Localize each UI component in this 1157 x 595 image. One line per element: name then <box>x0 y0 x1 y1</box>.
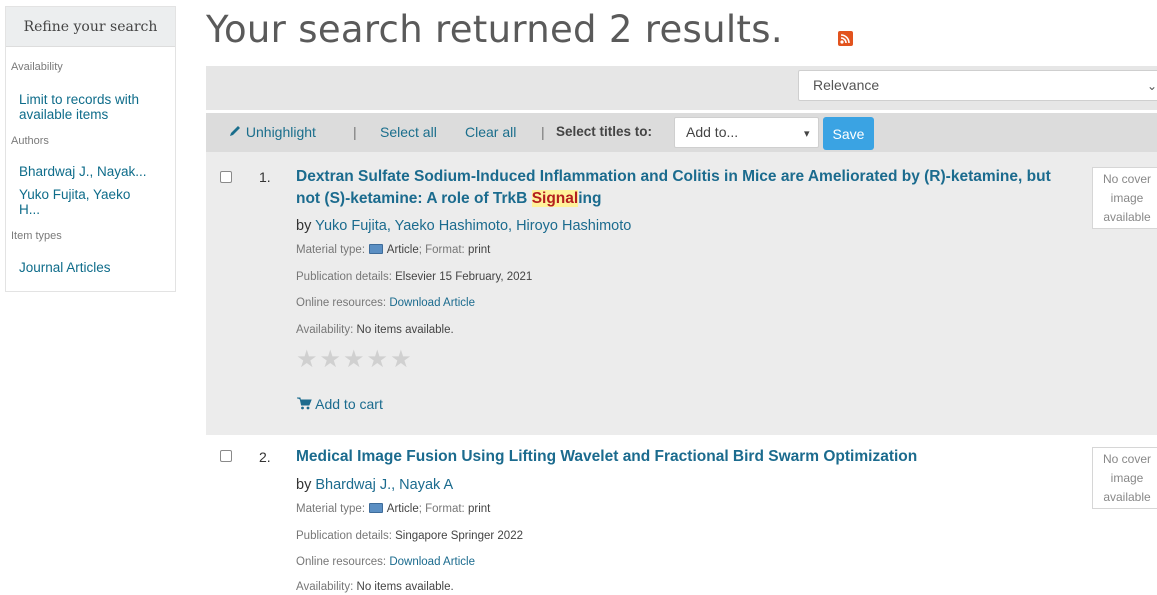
online-resources-line: Online resources: Download Article <box>296 297 475 309</box>
publication-line: Publication details: Singapore Springer … <box>296 530 523 542</box>
publication-label: Publication details: <box>296 271 392 283</box>
availability-value: No items available. <box>356 324 454 336</box>
online-resources-label: Online resources: <box>296 297 387 309</box>
availability-line: Availability: No items available. <box>296 324 454 336</box>
availability-facet-label: Availability <box>11 61 63 73</box>
publication-line: Publication details: Elsevier 15 Februar… <box>296 271 532 283</box>
publication-value: Elsevier 15 February, 2021 <box>395 271 533 283</box>
material-type-label: Material type: <box>296 503 366 515</box>
unhighlight-button[interactable]: Unhighlight <box>228 124 316 140</box>
download-article-link[interactable]: Download Article <box>389 556 475 568</box>
limit-available-link[interactable]: Limit to records with available items <box>19 92 169 122</box>
result-checkbox[interactable] <box>220 171 232 183</box>
sort-select[interactable]: Relevance <box>798 70 1157 101</box>
author-facet-link[interactable]: Bhardwaj J., Nayak... <box>19 164 147 179</box>
availability-value: No items available. <box>356 581 454 593</box>
star-icon[interactable]: ★ <box>296 346 320 373</box>
format-label: ; Format: <box>418 503 465 515</box>
article-book-icon <box>369 503 384 513</box>
toolbar-separator: | <box>541 124 545 140</box>
star-icon[interactable]: ★ <box>390 346 414 373</box>
availability-label: Availability: <box>296 324 354 336</box>
download-article-link[interactable]: Download Article <box>389 297 475 309</box>
add-to-list-select[interactable]: Add to... <box>674 117 819 148</box>
item-type-facet-link[interactable]: Journal Articles <box>19 260 111 275</box>
availability-line: Availability: No items available. <box>296 581 454 593</box>
format-value: print <box>467 244 491 256</box>
result-title-link[interactable]: Dextran Sulfate Sodium-Induced Inflammat… <box>296 166 1056 210</box>
shopping-cart-icon <box>297 397 312 410</box>
article-book-icon <box>369 244 384 254</box>
chevron-down-icon: ⌄ <box>1147 79 1157 93</box>
toolbar-separator: | <box>353 124 357 140</box>
publication-value: Singapore Springer 2022 <box>395 530 523 542</box>
clear-all-link[interactable]: Clear all <box>465 124 516 140</box>
refine-search-sidebar: Refine your search Availability Limit to… <box>5 6 176 292</box>
select-all-link[interactable]: Select all <box>380 124 437 140</box>
by-label: by <box>296 477 312 493</box>
material-type-label: Material type: <box>296 244 366 256</box>
star-rating[interactable]: ★★★★★ <box>296 345 414 374</box>
page-title: Your search returned 2 results. <box>206 8 783 51</box>
rss-feed-icon[interactable] <box>838 31 853 46</box>
author-facet-link[interactable]: Yuko Fujita, Yaeko H... <box>19 187 149 217</box>
material-type-value: Article <box>386 244 419 256</box>
by-label: by <box>296 218 312 234</box>
material-type-line: Material type: Article; Format: print <box>296 244 490 256</box>
format-label: ; Format: <box>418 244 465 256</box>
format-value: print <box>467 503 491 515</box>
star-icon[interactable]: ★ <box>343 346 367 373</box>
result-number: 2. <box>259 449 271 465</box>
material-type-value: Article <box>386 503 419 515</box>
sidebar-heading: Refine your search <box>6 7 175 47</box>
title-text: ing <box>578 190 602 207</box>
author-line: by Bhardwaj J., Nayak A <box>296 477 453 493</box>
no-cover-placeholder: No cover image available <box>1092 447 1157 509</box>
add-to-cart-link[interactable]: Add to cart <box>297 396 383 412</box>
item-types-facet-label: Item types <box>11 230 62 242</box>
sort-bar: Relevance <box>206 66 1157 110</box>
publication-label: Publication details: <box>296 530 392 542</box>
result-checkbox[interactable] <box>220 450 232 462</box>
author-line: by Yuko Fujita, Yaeko Hashimoto, Hiroyo … <box>296 218 631 234</box>
star-icon[interactable]: ★ <box>367 346 391 373</box>
select-titles-label: Select titles to: <box>556 124 653 139</box>
add-to-cart-label: Add to cart <box>315 396 383 412</box>
result-title-link[interactable]: Medical Image Fusion Using Lifting Wavel… <box>296 446 1076 468</box>
unhighlight-label: Unhighlight <box>245 124 316 140</box>
no-cover-placeholder: No cover image available <box>1092 167 1157 229</box>
authors-facet-label: Authors <box>11 135 49 147</box>
search-term-highlight: Signal <box>531 190 579 207</box>
chevron-down-icon: ▾ <box>804 128 810 140</box>
online-resources-label: Online resources: <box>296 556 387 568</box>
online-resources-line: Online resources: Download Article <box>296 556 475 568</box>
author-link[interactable]: Yuko Fujita, Yaeko Hashimoto, Hiroyo Has… <box>315 218 631 234</box>
save-button[interactable]: Save <box>823 117 874 150</box>
pencil-icon <box>230 126 240 136</box>
title-text: Dextran Sulfate Sodium-Induced Inflammat… <box>296 168 1051 207</box>
availability-label: Availability: <box>296 581 354 593</box>
author-link[interactable]: Bhardwaj J., Nayak A <box>315 477 453 493</box>
result-number: 1. <box>259 169 271 185</box>
material-type-line: Material type: Article; Format: print <box>296 503 490 515</box>
star-icon[interactable]: ★ <box>320 346 344 373</box>
